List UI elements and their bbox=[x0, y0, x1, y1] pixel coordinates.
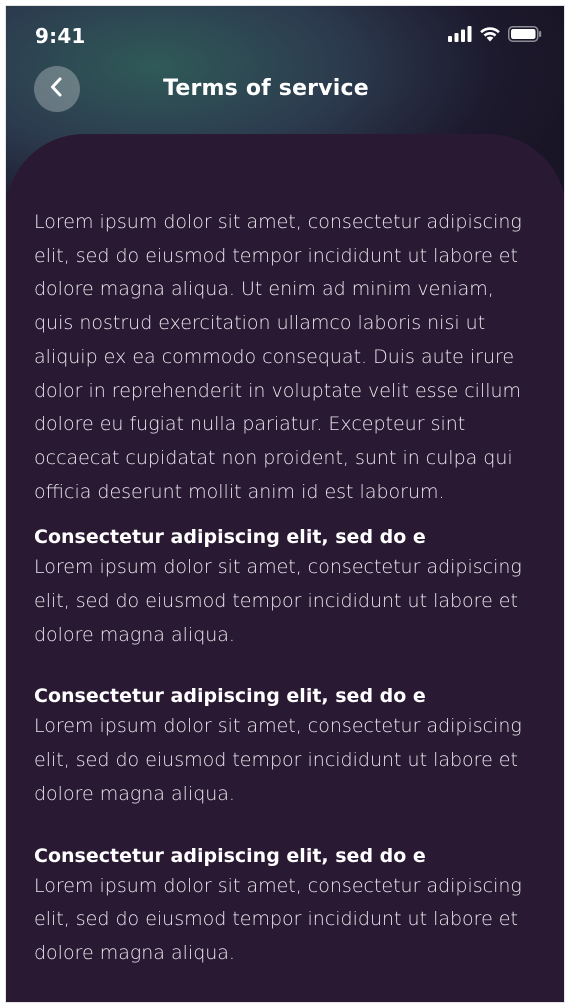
section-body: Lorem ipsum dolor sit amet, consectetur … bbox=[34, 715, 522, 805]
status-bar: 9:41 bbox=[6, 6, 564, 62]
section-heading: Consectetur adipiscing elit, sed do e bbox=[34, 685, 426, 708]
terms-section: Consectetur adipiscing elit, sed do e Lo… bbox=[34, 523, 538, 652]
terms-section: Consectetur adipiscing elit, sed do e Lo… bbox=[34, 842, 538, 971]
page-title: Terms of service bbox=[163, 76, 369, 101]
nav-header: Terms of service bbox=[6, 62, 564, 118]
terms-intro-paragraph: Lorem ipsum dolor sit amet, consectetur … bbox=[34, 211, 522, 503]
phone-screen: 9:41 Terms of service Lorem ipsum dolor … bbox=[5, 5, 565, 1003]
section-body: Lorem ipsum dolor sit amet, consectetur … bbox=[34, 874, 522, 964]
section-body: Lorem ipsum dolor sit amet, consectetur … bbox=[34, 556, 522, 646]
terms-section: Consectetur adipiscing elit, sed do e Lo… bbox=[34, 682, 538, 811]
status-icons bbox=[448, 26, 542, 46]
wifi-icon bbox=[479, 26, 501, 46]
terms-content-card[interactable]: Lorem ipsum dolor sit amet, consectetur … bbox=[6, 134, 564, 1002]
battery-icon bbox=[508, 26, 542, 46]
cellular-signal-icon bbox=[448, 26, 472, 46]
section-heading: Consectetur adipiscing elit, sed do e bbox=[34, 526, 426, 549]
status-time: 9:41 bbox=[35, 24, 86, 48]
section-heading: Consectetur adipiscing elit, sed do e bbox=[34, 844, 426, 867]
